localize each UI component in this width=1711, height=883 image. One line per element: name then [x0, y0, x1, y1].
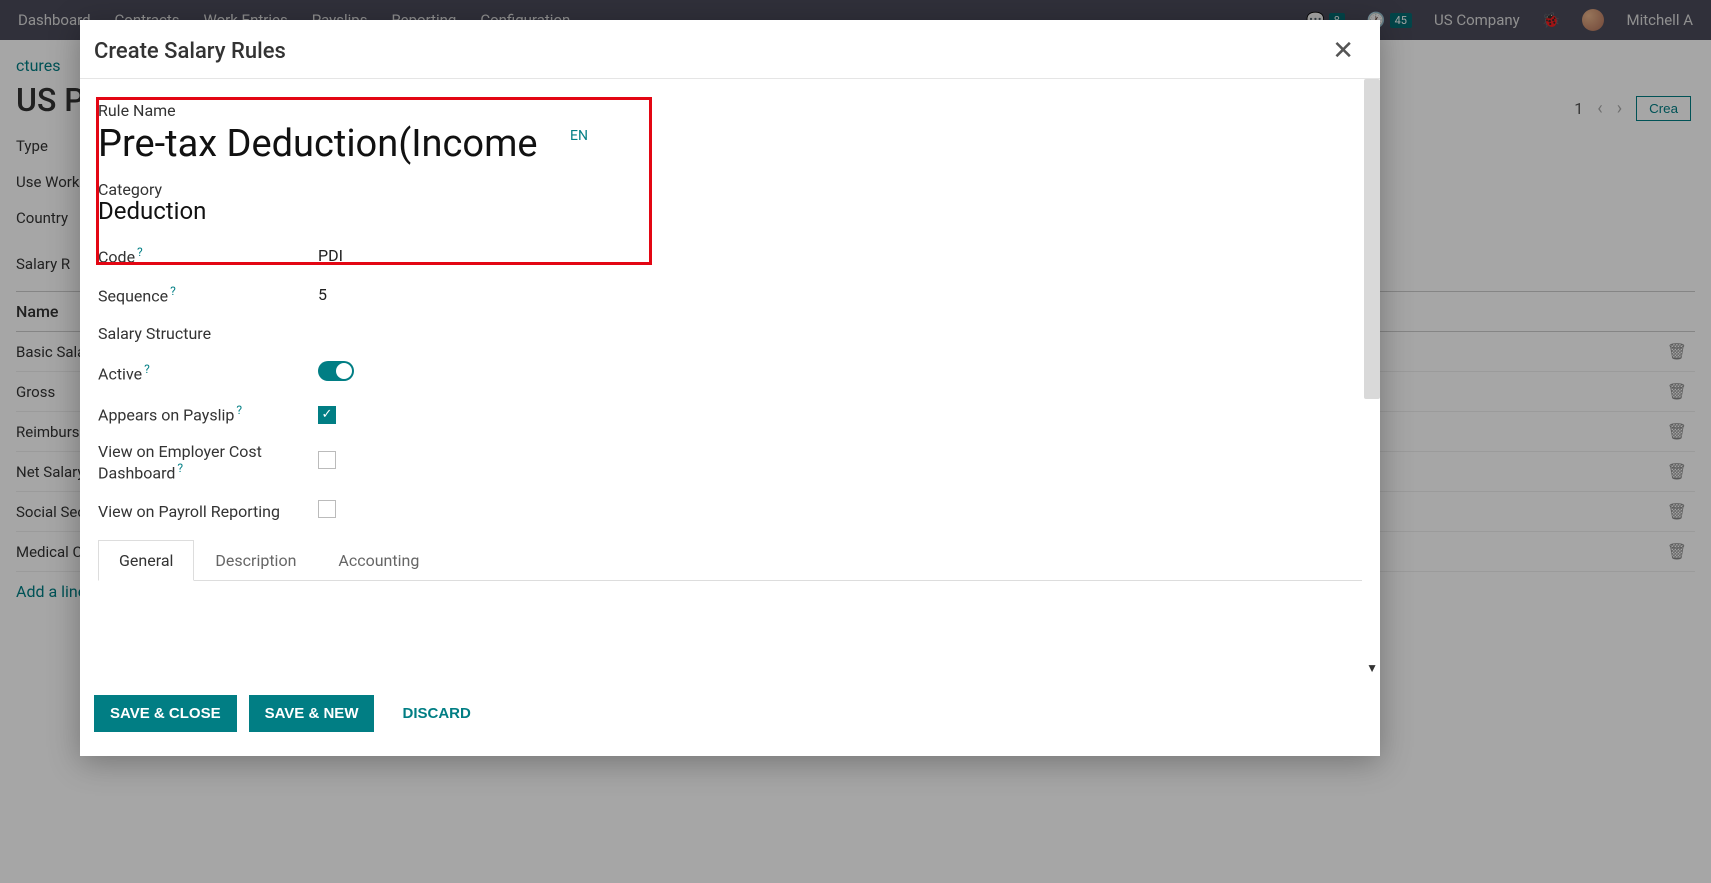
code-label: Code	[98, 247, 135, 266]
payroll-reporting-label: View on Payroll Reporting	[98, 502, 318, 521]
tab-description[interactable]: Description	[194, 540, 317, 580]
rule-name-label: Rule Name	[98, 101, 1362, 120]
tab-general[interactable]: General	[98, 540, 194, 581]
appears-on-payslip-checkbox[interactable]: ✓	[318, 406, 336, 424]
active-label: Active	[98, 364, 142, 383]
help-icon[interactable]: ?	[236, 403, 242, 417]
scroll-down-icon[interactable]: ▼	[1366, 661, 1378, 675]
help-icon[interactable]: ?	[144, 362, 150, 376]
close-icon[interactable]: ✕	[1332, 38, 1354, 64]
sequence-label: Sequence	[98, 287, 168, 306]
active-toggle[interactable]	[318, 361, 354, 381]
code-input[interactable]: PDI	[318, 246, 343, 265]
translate-en-button[interactable]: EN	[570, 122, 588, 144]
tab-accounting[interactable]: Accounting	[317, 540, 440, 580]
help-icon[interactable]: ?	[137, 245, 143, 259]
rule-name-input[interactable]: Pre-tax Deduction(Income	[98, 122, 568, 166]
create-salary-rule-modal: Create Salary Rules ✕ ▼ Rule Name Pre-ta…	[80, 20, 1380, 756]
modal-footer: SAVE & CLOSE SAVE & NEW DISCARD	[80, 679, 1380, 756]
payroll-reporting-checkbox[interactable]	[318, 500, 336, 518]
employer-cost-checkbox[interactable]	[318, 451, 336, 469]
category-input[interactable]: Deduction	[98, 197, 1362, 225]
save-new-button[interactable]: SAVE & NEW	[249, 695, 375, 732]
save-close-button[interactable]: SAVE & CLOSE	[94, 695, 237, 732]
help-icon[interactable]: ?	[177, 461, 183, 475]
modal-title: Create Salary Rules	[94, 39, 286, 64]
tabs: General Description Accounting	[98, 540, 1362, 581]
discard-button[interactable]: DISCARD	[386, 695, 486, 732]
help-icon[interactable]: ?	[170, 284, 176, 298]
modal-body: ▼ Rule Name Pre-tax Deduction(Income EN …	[80, 79, 1380, 679]
appears-on-payslip-label: Appears on Payslip	[98, 405, 234, 424]
sequence-input[interactable]: 5	[318, 285, 327, 304]
scrollbar[interactable]	[1364, 79, 1380, 399]
salary-structure-label: Salary Structure	[98, 324, 318, 343]
